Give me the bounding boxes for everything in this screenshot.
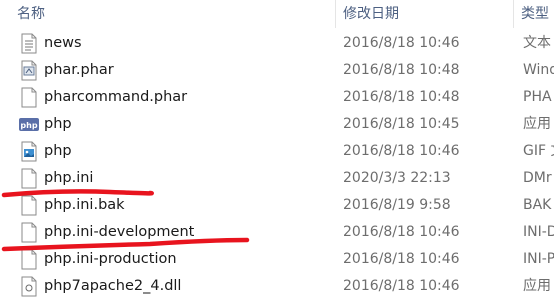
- text-file-icon: [19, 33, 39, 54]
- php-exe-icon: php: [19, 114, 39, 135]
- file-name: phar.phar: [44, 62, 114, 78]
- svg-text:php: php: [20, 121, 37, 130]
- file-name: php.ini-development: [44, 224, 195, 240]
- file-name: pharcommand.phar: [44, 89, 188, 105]
- column-divider[interactable]: [513, 0, 514, 28]
- phar-file-icon: [19, 60, 39, 81]
- file-row[interactable]: phar.phar 2016/8/18 10:48 Wind: [0, 57, 554, 84]
- file-name: php.ini: [44, 170, 94, 186]
- file-name: php: [44, 143, 72, 159]
- file-type: 应用: [523, 116, 551, 132]
- dll-file-icon: [19, 276, 39, 297]
- blank-file-icon: [19, 249, 39, 270]
- file-name: php.ini.bak: [44, 197, 125, 213]
- file-type: BAK: [523, 197, 552, 213]
- file-type: DMr: [523, 170, 552, 186]
- file-date-modified: 2016/8/18 10:46: [343, 251, 460, 267]
- column-header-date-modified[interactable]: 修改日期: [343, 0, 399, 28]
- file-date-modified: 2016/8/19 9:58: [343, 197, 451, 213]
- file-name: php.ini-production: [44, 251, 177, 267]
- file-row[interactable]: php.ini-development 2016/8/18 10:46 INI-D: [0, 219, 554, 246]
- file-name: php: [44, 116, 72, 132]
- file-date-modified: 2016/8/18 10:46: [343, 278, 460, 294]
- sort-ascending-icon: ⌃: [168, 0, 176, 6]
- column-divider[interactable]: [335, 0, 336, 28]
- file-date-modified: 2016/8/18 10:45: [343, 116, 460, 132]
- file-row[interactable]: php php 2016/8/18 10:45 应用: [0, 111, 554, 138]
- file-row[interactable]: php7apache2_4.dll 2016/8/18 10:46 应用: [0, 273, 554, 300]
- file-type: Wind: [523, 62, 554, 78]
- image-file-icon: [19, 141, 39, 162]
- file-type: INI-P: [523, 251, 554, 267]
- file-row[interactable]: pharcommand.phar 2016/8/18 10:48 PHA: [0, 84, 554, 111]
- blank-file-icon: [19, 222, 39, 243]
- blank-file-icon: [19, 195, 39, 216]
- column-header-name[interactable]: 名称: [17, 0, 45, 28]
- file-type: PHA: [523, 89, 552, 105]
- blank-file-icon: [19, 168, 39, 189]
- file-row[interactable]: php.ini 2020/3/3 22:13 DMr: [0, 165, 554, 192]
- file-row[interactable]: news 2016/8/18 10:46 文本: [0, 30, 554, 57]
- file-date-modified: 2016/8/18 10:46: [343, 224, 460, 240]
- file-date-modified: 2020/3/3 22:13: [343, 170, 451, 186]
- blank-file-icon: [19, 87, 39, 108]
- file-date-modified: 2016/8/18 10:46: [343, 35, 460, 51]
- column-header-bar: ⌃ 名称 修改日期 类型: [0, 0, 554, 28]
- file-type: 文本: [523, 35, 551, 51]
- file-name: news: [44, 35, 82, 51]
- file-type: GIF 文: [523, 143, 554, 159]
- column-header-type[interactable]: 类型: [521, 0, 549, 28]
- file-date-modified: 2016/8/18 10:48: [343, 62, 460, 78]
- file-row[interactable]: php.ini.bak 2016/8/19 9:58 BAK: [0, 192, 554, 219]
- file-type: 应用: [523, 278, 551, 294]
- file-row[interactable]: php.ini-production 2016/8/18 10:46 INI-P: [0, 246, 554, 273]
- file-name: php7apache2_4.dll: [44, 278, 182, 294]
- file-row[interactable]: php 2016/8/18 10:46 GIF 文: [0, 138, 554, 165]
- file-date-modified: 2016/8/18 10:48: [343, 89, 460, 105]
- file-type: INI-D: [523, 224, 554, 240]
- file-date-modified: 2016/8/18 10:46: [343, 143, 460, 159]
